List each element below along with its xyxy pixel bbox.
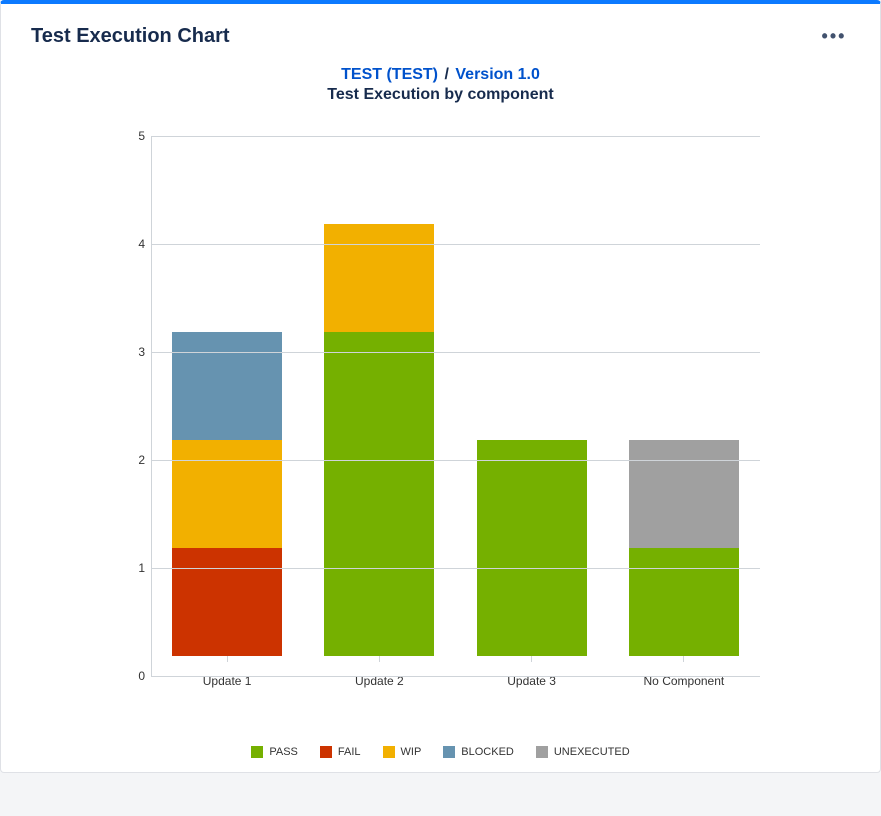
x-tick — [227, 656, 228, 662]
legend-swatch — [251, 746, 263, 758]
y-tick-label: 4 — [125, 237, 145, 251]
legend-swatch — [383, 746, 395, 758]
breadcrumb-project-link[interactable]: TEST (TEST) — [341, 66, 438, 83]
bar-slot: Update 3 — [456, 440, 608, 676]
bar-slot: No Component — [608, 440, 760, 676]
bar-slot: Update 1 — [151, 332, 303, 676]
x-tick — [379, 656, 380, 662]
bar[interactable] — [477, 440, 587, 656]
y-tick-label: 3 — [125, 345, 145, 359]
card-header: Test Execution Chart ••• — [31, 4, 850, 62]
bar-slot: Update 2 — [303, 224, 455, 676]
gridline — [151, 460, 760, 461]
legend-item-pass[interactable]: PASS — [251, 746, 298, 758]
bar-segment-pass[interactable] — [477, 440, 587, 656]
bar-segment-pass[interactable] — [324, 332, 434, 656]
y-tick-label: 5 — [125, 129, 145, 143]
x-tick — [683, 656, 684, 662]
legend-item-fail[interactable]: FAIL — [320, 746, 361, 758]
chart-subtitle: Test Execution by component — [31, 86, 850, 104]
bar-segment-pass[interactable] — [629, 548, 739, 656]
bar-row: Update 1Update 2Update 3No Component — [151, 136, 760, 676]
legend-swatch — [320, 746, 332, 758]
gridline — [151, 244, 760, 245]
breadcrumb-version-link[interactable]: Version 1.0 — [455, 66, 540, 83]
y-tick-label: 0 — [125, 669, 145, 683]
legend-label: UNEXECUTED — [554, 746, 630, 758]
breadcrumb: TEST (TEST) / Version 1.0 — [31, 66, 850, 84]
bar[interactable] — [324, 224, 434, 656]
legend-item-blocked[interactable]: BLOCKED — [443, 746, 514, 758]
y-tick-label: 2 — [125, 453, 145, 467]
legend-label: PASS — [269, 746, 298, 758]
bar-segment-wip[interactable] — [324, 224, 434, 332]
y-axis — [151, 136, 152, 676]
legend-swatch — [536, 746, 548, 758]
more-icon[interactable]: ••• — [818, 20, 850, 52]
gridline — [151, 136, 760, 137]
gridline — [151, 676, 760, 677]
legend-item-wip[interactable]: WIP — [383, 746, 422, 758]
gridline — [151, 352, 760, 353]
bar-segment-blocked[interactable] — [172, 332, 282, 440]
legend-label: BLOCKED — [461, 746, 514, 758]
x-tick — [531, 656, 532, 662]
bar-segment-unexecuted[interactable] — [629, 440, 739, 548]
chart-plot-area: Update 1Update 2Update 3No Component 012… — [151, 124, 760, 724]
legend-item-unexecuted[interactable]: UNEXECUTED — [536, 746, 630, 758]
card-title: Test Execution Chart — [31, 25, 230, 48]
bar-segment-fail[interactable] — [172, 548, 282, 656]
bar-segment-wip[interactable] — [172, 440, 282, 548]
chart-card: Test Execution Chart ••• TEST (TEST) / V… — [0, 0, 881, 773]
legend: PASS FAIL WIP BLOCKED UNEXECUTED — [31, 746, 850, 758]
legend-swatch — [443, 746, 455, 758]
y-tick-label: 1 — [125, 561, 145, 575]
breadcrumb-separator: / — [442, 66, 450, 83]
bar[interactable] — [629, 440, 739, 656]
bar[interactable] — [172, 332, 282, 656]
legend-label: FAIL — [338, 746, 361, 758]
legend-label: WIP — [401, 746, 422, 758]
gridline — [151, 568, 760, 569]
